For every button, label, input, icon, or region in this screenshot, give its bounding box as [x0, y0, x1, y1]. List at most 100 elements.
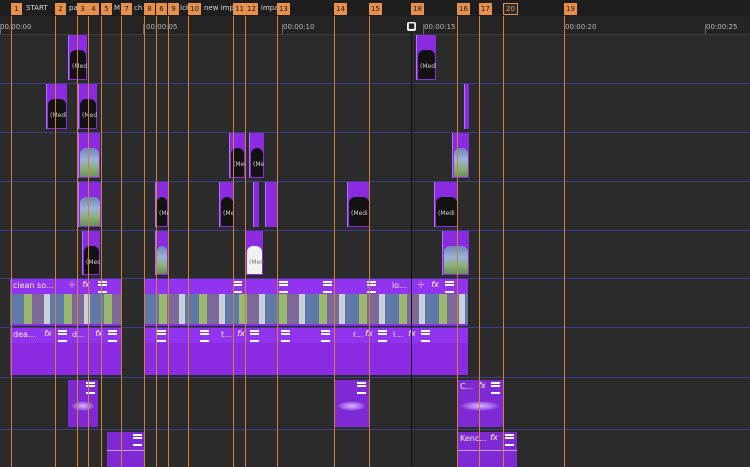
- marker-20[interactable]: 20: [503, 3, 518, 15]
- marker-line: [55, 16, 56, 467]
- marker-14[interactable]: 14: [334, 3, 347, 15]
- marker-5-name: M: [114, 4, 121, 12]
- timeline-tracks[interactable]: (Medi (Medi (Medi (Medi (Medi (Medi (Med…: [0, 35, 750, 467]
- fx-icon[interactable]: fx: [81, 280, 91, 290]
- clip-thumbnail: (Medi: [48, 99, 67, 128]
- marker-4[interactable]: 4: [88, 3, 99, 15]
- image-clip[interactable]: (Medi: [245, 231, 263, 275]
- image-clip[interactable]: [78, 182, 101, 227]
- marker-2[interactable]: 2: [55, 3, 66, 15]
- marker-6[interactable]: 6: [156, 3, 167, 15]
- marker-18[interactable]: 18: [411, 3, 424, 15]
- menu-icon[interactable]: [321, 330, 330, 342]
- menu-icon[interactable]: [421, 330, 430, 342]
- marker-line: [479, 16, 480, 467]
- clip-label: l...: [393, 330, 403, 339]
- menu-icon[interactable]: [357, 382, 366, 394]
- fade-icon[interactable]: fx: [489, 433, 499, 443]
- menu-icon[interactable]: [281, 330, 290, 342]
- crop-icon[interactable]: ⊹: [416, 280, 426, 290]
- video-clip-group[interactable]: t... fx r... fx l... fx: [145, 328, 468, 375]
- video-clip-group[interactable]: clean so... ⊹ fx: [10, 279, 122, 326]
- marker-5[interactable]: 5: [101, 3, 112, 15]
- video-clip[interactable]: (Medi: [249, 133, 264, 178]
- video-clip[interactable]: (Medi: [416, 35, 436, 80]
- video-clip[interactable]: [464, 84, 469, 129]
- marker-7[interactable]: 7: [121, 3, 132, 15]
- marker-13[interactable]: 13: [277, 3, 290, 15]
- marker-line: [369, 16, 370, 467]
- marker-15[interactable]: 15: [369, 3, 382, 15]
- video-clip[interactable]: (Medi: [82, 231, 100, 275]
- marker-12[interactable]: 12: [245, 3, 258, 15]
- video-clip-group[interactable]: lo... ⊹ fx: [145, 279, 468, 326]
- marker-line: [277, 16, 278, 467]
- marker-line: [101, 16, 102, 467]
- track-separator: [0, 230, 750, 231]
- tick: [0, 24, 1, 34]
- menu-icon[interactable]: [108, 330, 117, 342]
- clip-thumbnail: (Medi: [221, 197, 234, 226]
- menu-icon[interactable]: [133, 434, 142, 446]
- audio-clip[interactable]: [68, 380, 98, 427]
- marker-16[interactable]: 16: [457, 3, 470, 15]
- marker-10[interactable]: 10: [188, 3, 201, 15]
- clip-placeholder-text: (Medi: [253, 161, 264, 169]
- clip-thumbnail: [157, 246, 167, 274]
- menu-icon[interactable]: [279, 281, 288, 293]
- clip-thumbnails: [145, 294, 468, 324]
- menu-icon[interactable]: [98, 281, 107, 293]
- menu-icon[interactable]: [233, 281, 242, 293]
- video-clip[interactable]: (Medi: [347, 182, 370, 227]
- menu-icon[interactable]: [323, 281, 332, 293]
- marker-line: [564, 16, 565, 467]
- marker-19[interactable]: 19: [564, 3, 577, 15]
- fx-icon[interactable]: fx: [407, 329, 417, 339]
- menu-icon[interactable]: [445, 281, 454, 293]
- marker-3[interactable]: 3: [77, 3, 88, 15]
- image-clip[interactable]: [452, 133, 469, 178]
- marker-9[interactable]: 9: [168, 3, 179, 15]
- marker-1[interactable]: 1: [11, 3, 22, 15]
- clip-thumbnail: (Medi: [70, 50, 87, 79]
- ruler-label-15: 00:00:15: [424, 23, 456, 31]
- marker-11[interactable]: 11: [233, 3, 246, 15]
- video-clip[interactable]: (Medi: [46, 84, 67, 129]
- menu-icon[interactable]: [200, 330, 209, 342]
- video-clip-group[interactable]: dea... fx d... fx: [10, 328, 122, 375]
- menu-icon[interactable]: [58, 330, 67, 342]
- audio-waveform: [457, 450, 517, 452]
- audio-clip[interactable]: [334, 380, 369, 427]
- video-clip[interactable]: (Medi: [434, 182, 458, 227]
- fx-icon[interactable]: fx: [43, 329, 53, 339]
- image-clip[interactable]: [442, 231, 469, 275]
- audio-clip[interactable]: [107, 432, 145, 467]
- menu-icon[interactable]: [491, 382, 500, 394]
- clip-label: dea...: [13, 330, 36, 339]
- crop-icon[interactable]: ⊹: [67, 280, 77, 290]
- audio-clip[interactable]: C... fx: [457, 380, 503, 427]
- playhead-handle[interactable]: ■: [407, 22, 416, 31]
- marker-8[interactable]: 8: [144, 3, 155, 15]
- image-clip[interactable]: [78, 133, 100, 178]
- menu-icon[interactable]: [505, 434, 514, 446]
- audio-waveform: [460, 401, 500, 412]
- time-ruler[interactable]: 00:00:00 00:00:05 00:00:10 00:00:15 00:0…: [0, 16, 750, 35]
- menu-icon[interactable]: [250, 330, 259, 342]
- video-clip[interactable]: [265, 182, 277, 227]
- video-clip[interactable]: [253, 182, 259, 227]
- fx-icon[interactable]: fx: [94, 329, 104, 339]
- marker-line: [188, 16, 189, 467]
- marker-line: [144, 16, 145, 467]
- clip-placeholder-text: (Medi: [438, 210, 455, 218]
- marker-line: [245, 16, 246, 467]
- audio-waveform: [107, 450, 145, 452]
- marker-17[interactable]: 17: [479, 3, 492, 15]
- menu-icon[interactable]: [378, 330, 387, 342]
- clip-placeholder-text: (Medi: [420, 63, 436, 71]
- fx-icon[interactable]: fx: [430, 280, 440, 290]
- video-clip[interactable]: (Medi: [229, 133, 245, 178]
- video-clip[interactable]: (Medi: [219, 182, 234, 227]
- menu-icon[interactable]: [157, 330, 166, 342]
- audio-clip[interactable]: Kenc... fx: [457, 432, 517, 467]
